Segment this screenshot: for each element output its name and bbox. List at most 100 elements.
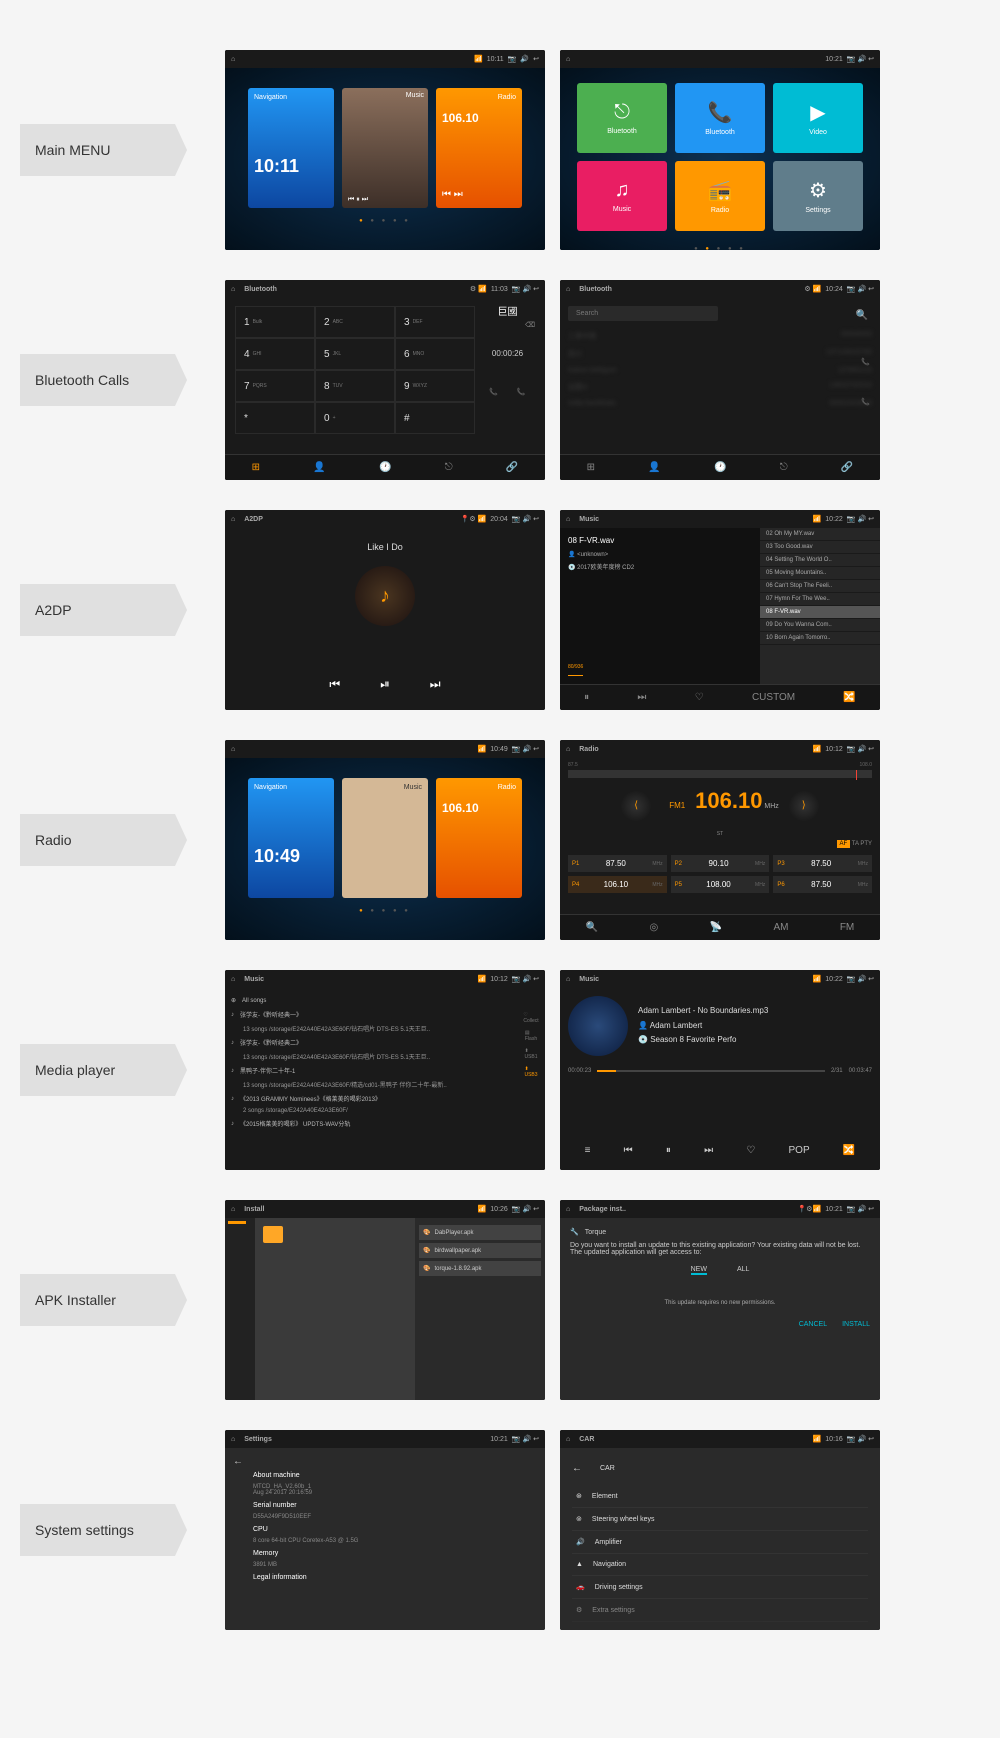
back-arrow-icon[interactable]: ← bbox=[572, 1463, 582, 1474]
home-icon[interactable]: ⌂ bbox=[231, 976, 235, 983]
list-item[interactable]: 07 Hymn For The Wee.. bbox=[760, 593, 880, 606]
progress-bar[interactable] bbox=[597, 1070, 825, 1072]
pty-button[interactable]: PTY bbox=[860, 841, 872, 847]
scan-icon[interactable]: 🔍 bbox=[586, 922, 598, 933]
car-item-swc[interactable]: ⊚Steering wheel keys bbox=[572, 1508, 868, 1531]
tab-usb3[interactable]: ⬍USB3 bbox=[524, 1066, 537, 1078]
preset-6[interactable]: P687.50MHz bbox=[773, 876, 872, 893]
list-item[interactable]: 08 F-VR.wav bbox=[760, 606, 880, 619]
tune-up-icon[interactable]: ⟩ bbox=[789, 791, 819, 821]
list-item[interactable]: ♪ 张学友-《黔听经典一》 bbox=[231, 1007, 539, 1022]
prev-icon[interactable]: ⏮ bbox=[329, 677, 340, 692]
eq-mode[interactable]: POP bbox=[789, 1145, 810, 1156]
list-item[interactable]: ♪ 《2013 GRAMMY Nominees》《格莱美的喝彩2013》 bbox=[231, 1091, 539, 1106]
tile-music[interactable]: ♫Music bbox=[577, 161, 667, 231]
tab-settings-icon[interactable]: 🔗 bbox=[841, 462, 853, 473]
dialkey-3[interactable]: 3DEF bbox=[395, 306, 475, 338]
preset-3[interactable]: P387.50MHz bbox=[773, 855, 872, 872]
preset-5[interactable]: P5108.00MHz bbox=[671, 876, 770, 893]
setting-label[interactable]: CPU bbox=[253, 1526, 537, 1533]
home-icon[interactable]: ⌂ bbox=[231, 1436, 235, 1443]
contact-row[interactable]: India hardshalu00001924618 bbox=[568, 396, 872, 411]
tile-music[interactable]: Music bbox=[342, 778, 428, 898]
tab-all[interactable]: ALL bbox=[737, 1266, 749, 1275]
contact-row[interactable]: 设置ni13810742010 bbox=[568, 378, 872, 396]
home-icon[interactable]: ⌂ bbox=[231, 1206, 235, 1213]
list-item[interactable]: 02 Oh My MY.wav bbox=[760, 528, 880, 541]
eq-mode[interactable]: CUSTOM bbox=[752, 692, 795, 703]
preset-1[interactable]: P187.50MHz bbox=[568, 855, 667, 872]
apk-file[interactable]: 🎨 torque-1.8.92.apk bbox=[419, 1261, 541, 1276]
tile-radio[interactable]: Radio106.10 bbox=[436, 778, 522, 898]
home-icon[interactable]: ⌂ bbox=[566, 56, 570, 63]
tab-new[interactable]: NEW bbox=[691, 1266, 707, 1275]
tile-video[interactable]: ▶Video bbox=[773, 83, 863, 153]
cancel-button[interactable]: CANCEL bbox=[799, 1321, 827, 1328]
back-arrow-icon[interactable]: ← bbox=[233, 1456, 243, 1467]
dialkey-1[interactable]: 1Bulk bbox=[235, 306, 315, 338]
contact-row[interactable]: 高兴137118416760 bbox=[568, 345, 872, 363]
list-item[interactable]: 06 Can't Stop The Feeli.. bbox=[760, 580, 880, 593]
tile-radio[interactable]: 📻Radio bbox=[675, 161, 765, 231]
list-icon[interactable]: ≡ bbox=[585, 1145, 591, 1156]
car-item-nav[interactable]: ▲Navigation bbox=[572, 1554, 868, 1576]
list-item[interactable]: ♪ 《2015格莱美的喝彩》 UPDTS-WAV分轨 bbox=[231, 1116, 539, 1131]
preset-4[interactable]: P4106.10MHz bbox=[568, 876, 667, 893]
tab-dialpad-icon[interactable]: ⊞ bbox=[587, 462, 595, 473]
setting-label[interactable]: Serial number bbox=[253, 1502, 537, 1509]
shuffle-icon[interactable]: 🔀 bbox=[843, 1145, 855, 1156]
search-input[interactable]: Search bbox=[568, 306, 718, 321]
broadcast-icon[interactable]: 📡 bbox=[710, 922, 722, 933]
tab-contacts-icon[interactable]: 👤 bbox=[313, 462, 325, 473]
tab-contacts-icon[interactable]: 👤 bbox=[648, 462, 660, 473]
tab-flash[interactable]: ▤Flash bbox=[525, 1030, 537, 1042]
list-item[interactable]: ♪ 黑鸭子-伴你二十年-1 bbox=[231, 1063, 539, 1078]
tab-history-icon[interactable]: 🕐 bbox=[379, 462, 391, 473]
list-item[interactable]: 10 Born Again Tomorro.. bbox=[760, 632, 880, 645]
next-icon[interactable]: ⏭ bbox=[430, 677, 441, 692]
tab-collect[interactable]: ♡Collect bbox=[523, 1012, 538, 1024]
tab-bluetooth-icon[interactable]: ⎋ bbox=[780, 462, 788, 473]
preset-2[interactable]: P290.10MHz bbox=[671, 855, 770, 872]
list-item[interactable]: ♪ 张学友-《黔听经典二》 bbox=[231, 1035, 539, 1050]
prev-icon[interactable]: ⏮ bbox=[624, 1145, 633, 1156]
pause-icon[interactable]: ⏸ bbox=[584, 692, 589, 703]
home-icon[interactable]: ⌂ bbox=[566, 286, 570, 293]
install-button[interactable]: INSTALL bbox=[842, 1321, 870, 1328]
call-icon[interactable]: 📞 bbox=[861, 398, 870, 406]
next-icon[interactable]: ⏭ bbox=[704, 1145, 713, 1156]
dialkey-4[interactable]: 4GHI bbox=[235, 338, 315, 370]
af-button[interactable]: AF bbox=[837, 840, 851, 848]
dialkey-7[interactable]: 7PQRS bbox=[235, 370, 315, 402]
tile-radio[interactable]: Radio 106.10 ⏮ ⏭ bbox=[436, 88, 522, 208]
car-item-element[interactable]: ⊛Element bbox=[572, 1485, 868, 1508]
home-icon[interactable]: ⌂ bbox=[231, 516, 235, 523]
setting-label[interactable]: Memory bbox=[253, 1550, 537, 1557]
search-icon[interactable]: 🔍 bbox=[856, 310, 868, 321]
tile-phone[interactable]: 📞Bluetooth bbox=[675, 83, 765, 153]
all-songs-header[interactable]: ⊕ All songs bbox=[231, 994, 539, 1007]
answer-icon[interactable]: 📞 bbox=[489, 388, 498, 396]
hangup-icon[interactable]: 📞 bbox=[517, 388, 526, 396]
am-button[interactable]: AM bbox=[773, 922, 788, 933]
back-icon[interactable]: ↩ bbox=[533, 55, 539, 63]
apk-file[interactable]: 🎨 birdwallpaper.apk bbox=[419, 1243, 541, 1258]
tile-navigation[interactable]: Navigation10:49 bbox=[248, 778, 334, 898]
shuffle-icon[interactable]: 🔀 bbox=[843, 692, 855, 703]
contact-row[interactable]: Katom bekigum137881124 bbox=[568, 363, 872, 378]
list-item[interactable]: 04 Setting The World O.. bbox=[760, 554, 880, 567]
ta-button[interactable]: TA bbox=[852, 841, 859, 847]
dialkey-0[interactable]: 0+ bbox=[315, 402, 395, 434]
setting-label[interactable]: About machine bbox=[253, 1472, 537, 1479]
next-icon[interactable]: ⏭ bbox=[637, 692, 646, 703]
volume-icon[interactable]: 🔊 bbox=[520, 55, 529, 63]
camera-icon[interactable]: 📷 bbox=[508, 55, 517, 63]
dialkey-hash[interactable]: # bbox=[395, 402, 475, 434]
home-icon[interactable]: ⌂ bbox=[566, 516, 570, 523]
call-icon[interactable]: 📞 bbox=[861, 358, 870, 366]
home-icon[interactable]: ⌂ bbox=[566, 746, 570, 753]
home-icon[interactable]: ⌂ bbox=[566, 1206, 570, 1213]
tab-usb1[interactable]: ⬍USB1 bbox=[524, 1048, 537, 1060]
tab-history-icon[interactable]: 🕐 bbox=[714, 462, 726, 473]
dialkey-6[interactable]: 6MNO bbox=[395, 338, 475, 370]
